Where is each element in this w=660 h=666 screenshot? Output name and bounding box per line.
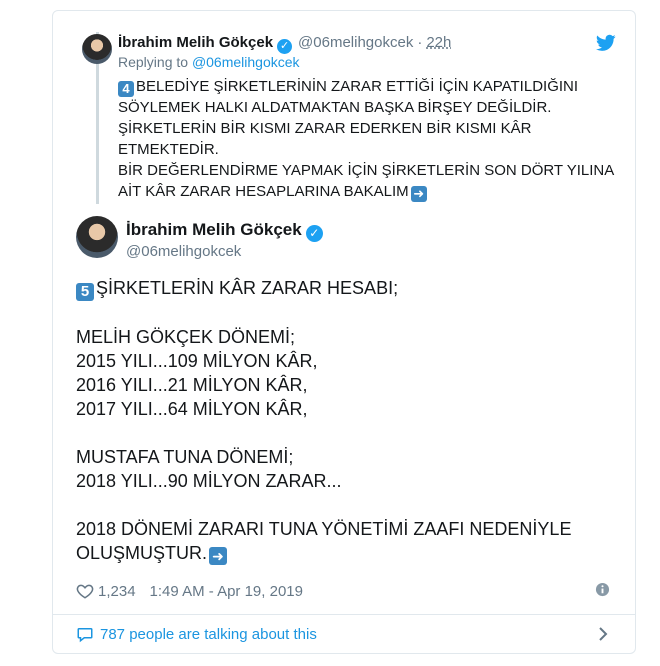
right-arrow-icon: ➜ <box>410 186 427 202</box>
reply-header: İbrahim Melih Gökçek ✓ @06melihgokcek · 22h <box>118 34 451 54</box>
twitter-bird-icon[interactable] <box>596 34 616 52</box>
main-author-name[interactable]: İbrahim Melih Gökçek <box>126 220 302 239</box>
main-avatar[interactable] <box>76 216 118 258</box>
verified-icon: ✓ <box>305 225 323 242</box>
verified-icon: ✓ <box>277 39 293 54</box>
reply-time[interactable]: 22h <box>426 34 451 51</box>
reply-avatar[interactable] <box>82 34 112 64</box>
tweet-timestamp[interactable]: 1:49 AM - Apr 19, 2019 <box>150 583 303 600</box>
replying-to-link[interactable]: @06melihgokcek <box>192 54 300 70</box>
keycap-four-icon: 4 <box>118 81 134 97</box>
heart-icon[interactable] <box>76 582 94 600</box>
replying-prefix: Replying to <box>118 54 189 70</box>
reply-tweet-text: 4 BELEDİYE ŞİRKETLERİNİN ZARAR ETTİĞİ İÇİ… <box>118 76 618 202</box>
keycap-five-icon: 5 <box>76 283 94 301</box>
separator-dot: · <box>417 34 423 51</box>
chevron-right-icon[interactable] <box>596 625 610 643</box>
right-arrow-icon: ➜ <box>209 547 228 565</box>
like-count[interactable]: 1,234 <box>98 583 136 600</box>
reply-body: BELEDİYE ŞİRKETLERİNİN ZARAR ETTİĞİ İÇİN… <box>118 78 614 200</box>
main-tweet-text: 5 ŞİRKETLERİN KÂR ZARAR HESABI; MELİH GÖK… <box>76 276 616 565</box>
chat-bubble-icon <box>77 628 93 643</box>
info-icon[interactable] <box>595 582 610 597</box>
reply-author-handle[interactable]: @06melihgokcek <box>298 34 413 51</box>
main-body: ŞİRKETLERİN KÂR ZARAR HESABI; MELİH GÖKÇ… <box>76 278 572 563</box>
replying-to: Replying to @06melihgokcek <box>118 54 300 70</box>
main-author-handle[interactable]: @06melihgokcek <box>126 243 241 260</box>
reply-author-name[interactable]: İbrahim Melih Gökçek <box>118 34 273 51</box>
talking-about-link[interactable]: 787 people are talking about this <box>76 624 616 644</box>
main-author-name-row: İbrahim Melih Gökçek ✓ <box>126 220 323 242</box>
tweet-meta: 1,234 1:49 AM - Apr 19, 2019 <box>76 580 616 602</box>
talking-about-text[interactable]: 787 people are talking about this <box>100 626 317 643</box>
divider <box>53 614 635 615</box>
